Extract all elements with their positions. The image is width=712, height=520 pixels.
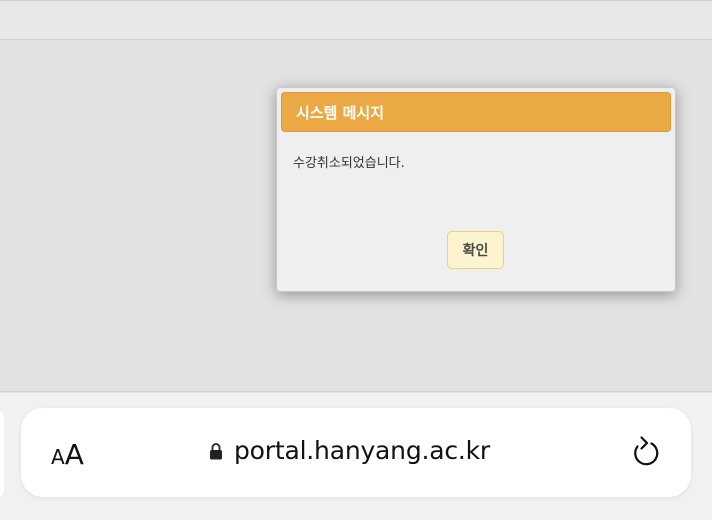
- dialog-title: 시스템 메시지: [296, 103, 385, 122]
- previous-tab-edge[interactable]: [0, 410, 4, 498]
- address-bar[interactable]: A A portal.hanyang.ac.kr: [21, 408, 691, 497]
- confirm-button[interactable]: 확인: [447, 231, 504, 269]
- text-size-small-glyph: A: [51, 445, 65, 469]
- reload-icon: [634, 436, 659, 466]
- text-size-large-glyph: A: [64, 438, 84, 471]
- text-size-button[interactable]: A A: [51, 438, 84, 471]
- system-message-dialog: 시스템 메시지 수강취소되었습니다. 확인: [276, 87, 676, 292]
- reload-button[interactable]: [627, 432, 665, 472]
- url-display[interactable]: portal.hanyang.ac.kr: [209, 436, 490, 465]
- url-text: portal.hanyang.ac.kr: [234, 436, 491, 465]
- page-top-bar: [0, 0, 712, 40]
- dialog-header: 시스템 메시지: [281, 92, 671, 132]
- lock-icon: [210, 442, 222, 459]
- dialog-message: 수강취소되었습니다.: [293, 156, 405, 171]
